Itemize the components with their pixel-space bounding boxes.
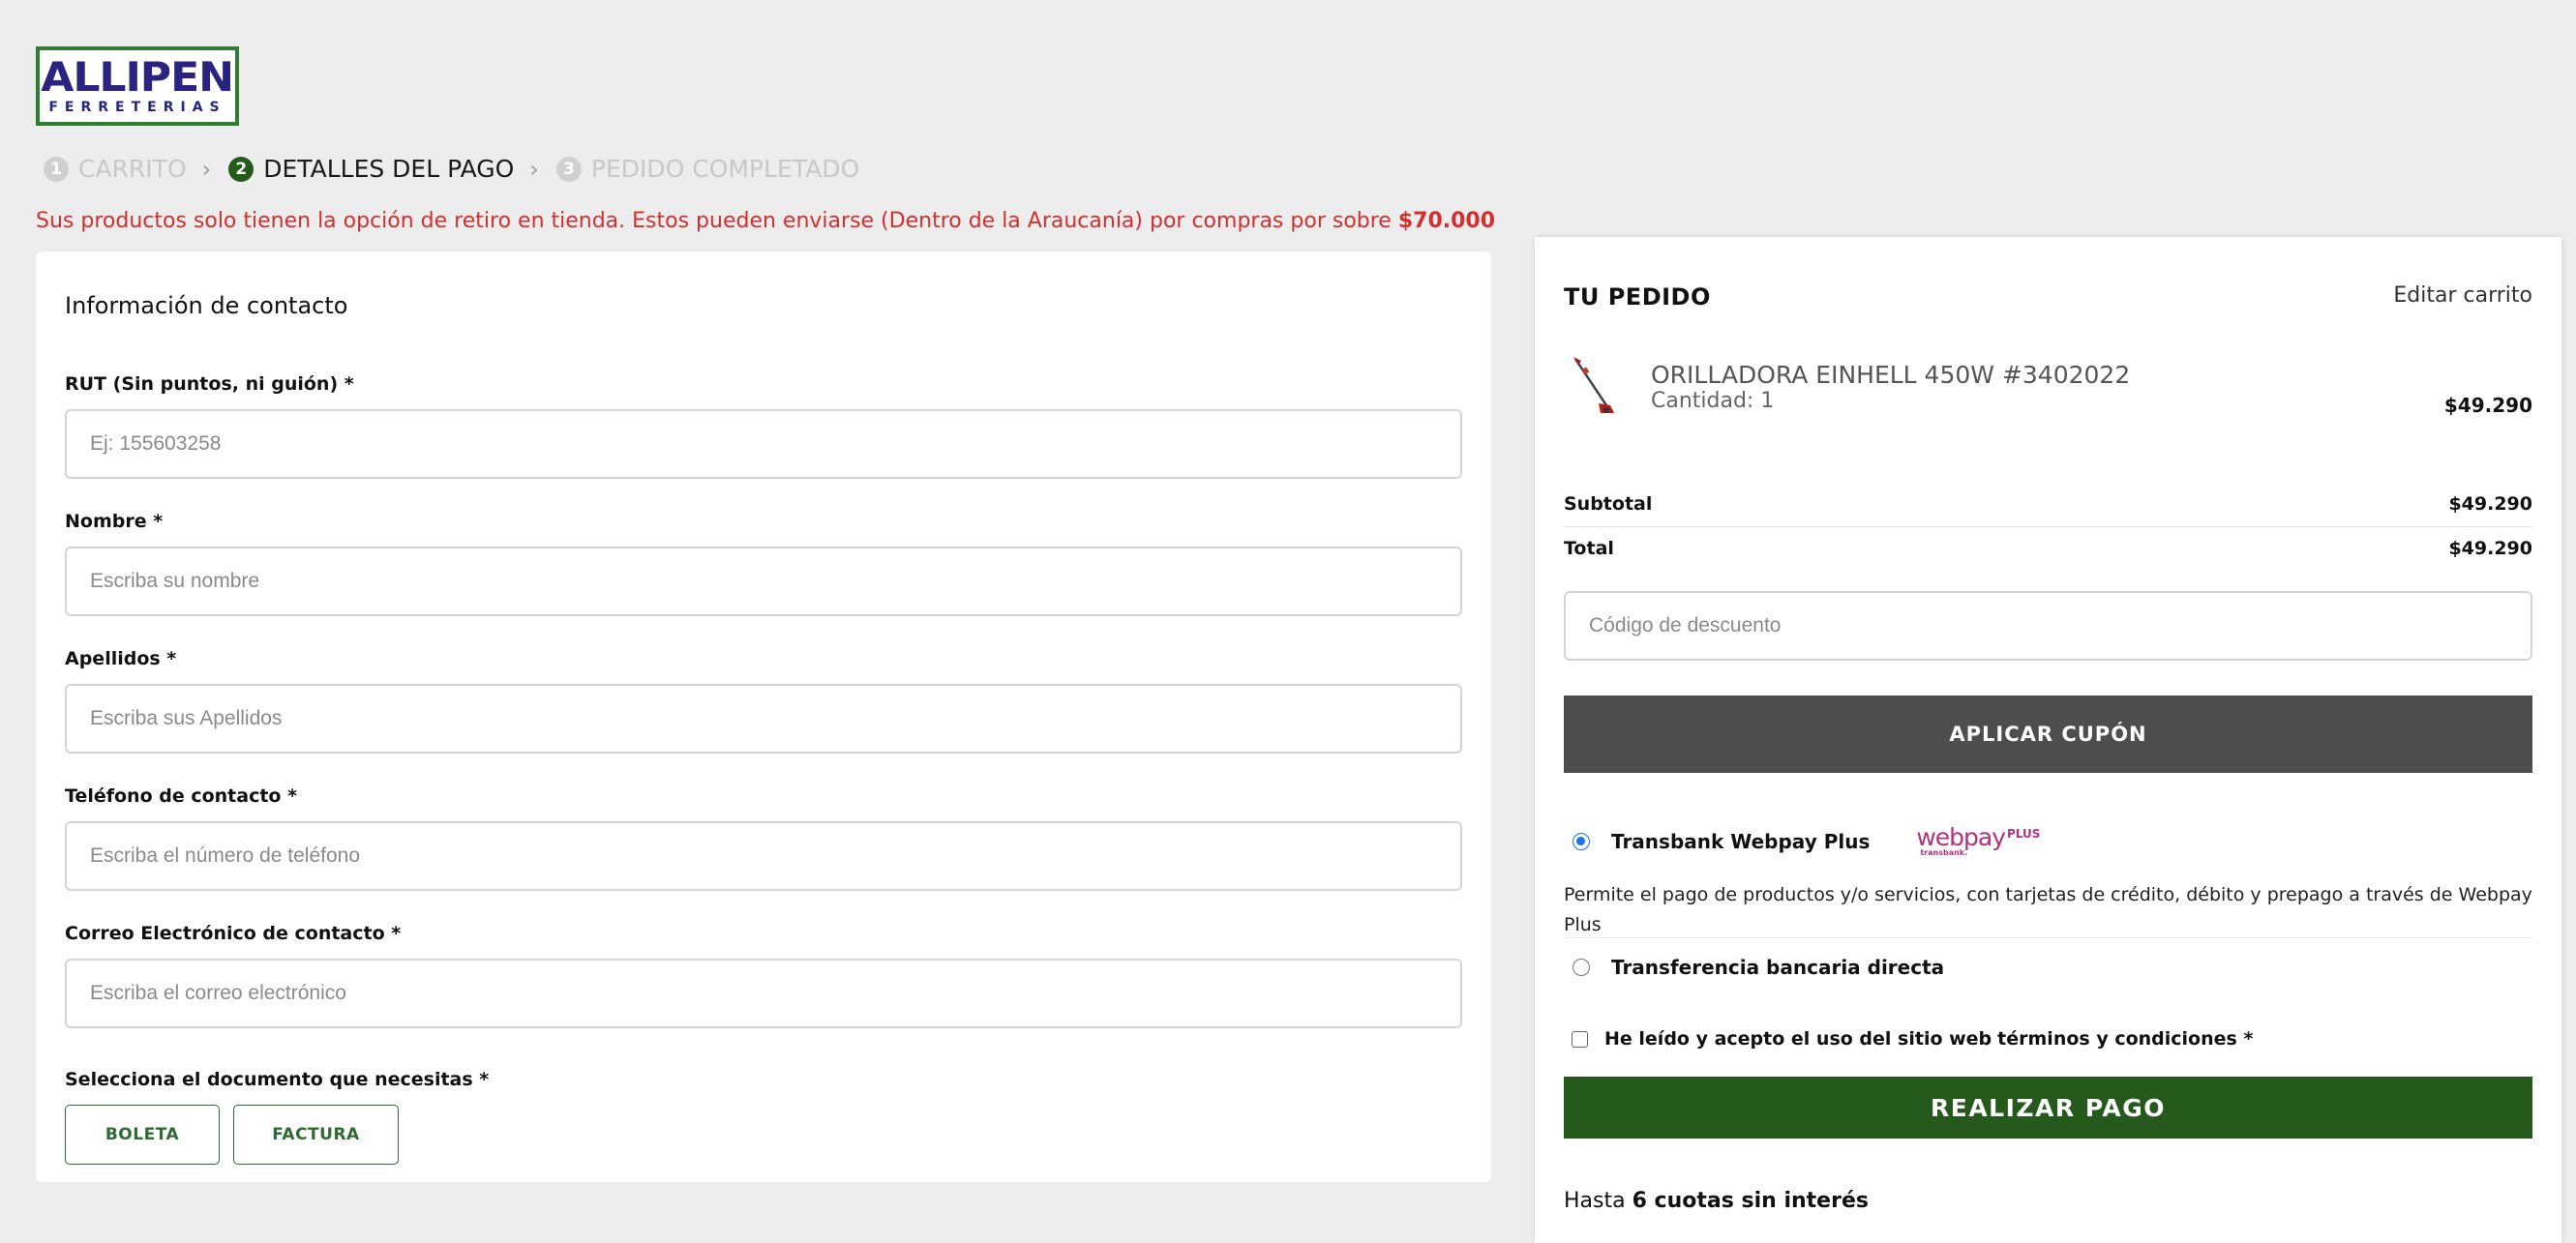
telefono-input[interactable]	[65, 821, 1462, 891]
product-name: ORILLADORA EINHELL 450W #3402022	[1651, 361, 2131, 389]
contact-form-panel: Información de contacto RUT (Sin puntos,…	[36, 252, 1491, 1182]
subtotal-value: $49.290	[2448, 493, 2532, 515]
step-payment-details: 2 DETALLES DEL PAGO	[228, 155, 514, 183]
subtotal-label: Subtotal	[1564, 493, 1653, 515]
coupon-input[interactable]	[1564, 591, 2532, 661]
apply-coupon-button[interactable]: APLICAR CUPÓN	[1564, 695, 2532, 773]
step-number: 1	[44, 156, 69, 182]
email-input[interactable]	[65, 959, 1462, 1028]
installments-value: 6 cuotas sin interés	[1632, 1189, 1869, 1213]
logo-text: ALLIPEN	[41, 53, 235, 101]
total-value: $49.290	[2448, 538, 2532, 559]
product-price: $49.290	[2443, 394, 2532, 417]
step-label: PEDIDO COMPLETADO	[590, 155, 860, 183]
transfer-radio[interactable]	[1573, 959, 1590, 976]
apellidos-input[interactable]	[65, 684, 1462, 754]
step-number: 2	[228, 156, 255, 182]
document-type-label: Selecciona el documento que necesitas *	[65, 1069, 490, 1090]
webpay-logo-sub: transbank.	[1920, 848, 1968, 857]
terms-link[interactable]: términos y condiciones *	[1997, 1028, 2253, 1050]
webpay-description: Permite el pago de productos y/o servici…	[1564, 884, 2532, 935]
order-summary-panel: TU PEDIDO Editar carrito ORILLADORA EINH…	[1535, 237, 2561, 1243]
summary-divider	[1564, 526, 2532, 527]
installments-info: Hasta 6 cuotas sin interés	[1564, 1189, 1869, 1213]
logo-subtext: FERRETERIAS	[48, 100, 226, 115]
webpay-logo-plus: PLUS	[2007, 827, 2041, 842]
step-label: CARRITO	[78, 155, 187, 183]
telefono-label: Teléfono de contacto *	[65, 785, 298, 807]
webpay-logo-text: webpay	[1916, 823, 2006, 851]
webpay-label: Transbank Webpay Plus	[1611, 829, 1871, 853]
apellidos-label: Apellidos *	[65, 648, 177, 669]
payment-divider	[1564, 937, 2532, 938]
logo[interactable]: ALLIPEN FERRETERIAS	[36, 46, 239, 126]
step-cart[interactable]: 1 CARRITO	[44, 155, 187, 183]
order-title: TU PEDIDO	[1564, 283, 1711, 311]
webpay-radio[interactable]	[1573, 832, 1590, 850]
step-order-complete: 3 PEDIDO COMPLETADO	[555, 155, 860, 183]
nombre-label: Nombre *	[65, 511, 164, 532]
rut-input[interactable]	[65, 409, 1462, 479]
email-label: Correo Electrónico de contacto *	[65, 923, 402, 944]
subtotal-row: Subtotal $49.290	[1564, 493, 2532, 515]
notice-amount: $70.000	[1397, 209, 1496, 233]
terms-checkbox[interactable]	[1572, 1030, 1588, 1048]
payment-option-transfer[interactable]: Transferencia bancaria directa	[1564, 956, 1944, 979]
contact-section-title: Información de contacto	[65, 292, 348, 319]
checkout-steps: 1 CARRITO › 2 DETALLES DEL PAGO › 3 PEDI…	[44, 155, 859, 183]
payment-option-webpay[interactable]: Transbank Webpay Plus webpay PLUS transba…	[1564, 825, 2040, 857]
product-quantity: Cantidad: 1	[1651, 389, 1775, 413]
nombre-input[interactable]	[65, 547, 1462, 616]
installments-prefix: Hasta	[1564, 1189, 1626, 1213]
step-label: DETALLES DEL PAGO	[263, 155, 515, 183]
webpay-logo: webpay PLUS transbank.	[1916, 825, 2040, 857]
pickup-notice: Sus productos solo tienen la opción de r…	[36, 209, 1495, 233]
step-number: 3	[555, 156, 582, 182]
chevron-right-icon: ›	[201, 155, 212, 183]
transfer-label: Transferencia bancaria directa	[1611, 956, 1945, 979]
trimmer-product-image	[1573, 357, 1614, 413]
terms-text: He leído y acepto el uso del sitio web	[1604, 1028, 1992, 1050]
total-row: Total $49.290	[1564, 538, 2532, 559]
factura-button[interactable]: FACTURA	[233, 1105, 399, 1165]
chevron-right-icon: ›	[529, 155, 539, 183]
total-label: Total	[1564, 538, 1614, 559]
edit-cart-link[interactable]: Editar carrito	[2393, 283, 2532, 308]
terms-checkbox-row[interactable]: He leído y acepto el uso del sitio web t…	[1564, 1028, 2253, 1050]
place-payment-button[interactable]: REALIZAR PAGO	[1564, 1077, 2532, 1139]
boleta-button[interactable]: BOLETA	[65, 1105, 220, 1165]
notice-text: Sus productos solo tienen la opción de r…	[36, 209, 1398, 233]
rut-label: RUT (Sin puntos, ni guión) *	[65, 373, 354, 395]
